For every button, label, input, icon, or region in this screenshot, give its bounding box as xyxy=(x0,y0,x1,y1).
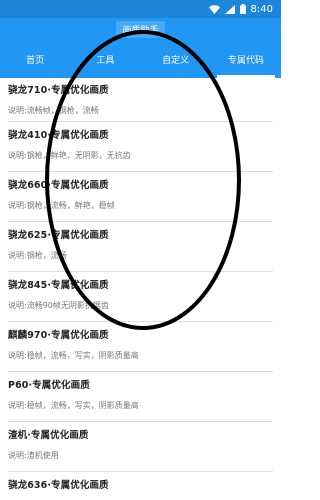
item-title: 麒麟970·专属优化画质 xyxy=(8,330,109,341)
item-description: 说明:稳帧，流畅，写实，阴影质量高 xyxy=(8,351,139,360)
list-item[interactable]: 骁龙845·专属优化画质 说明:流畅90帧无阴影抗锯齿 xyxy=(8,272,273,322)
item-description: 说明:流畅90帧无阴影抗锯齿 xyxy=(8,301,109,310)
item-title: 骁龙410·专属优化画质 xyxy=(8,130,109,141)
tab-exclusive-code[interactable]: 专属代码 xyxy=(211,40,281,78)
tab-home[interactable]: 首页 xyxy=(0,40,70,78)
item-description: 说明:稳帧，流畅，写实，阴影质量高 xyxy=(8,401,139,410)
item-title: 渣机·专属优化画质 xyxy=(8,430,89,441)
app-header: 画质助手 xyxy=(0,18,281,40)
tab-tools[interactable]: 工具 xyxy=(70,40,140,78)
item-title: 骁龙845·专属优化画质 xyxy=(8,280,109,291)
page-title: 画质助手 xyxy=(116,20,165,38)
item-title: 骁龙660·专属优化画质 xyxy=(8,180,109,191)
signal-icon xyxy=(224,4,235,14)
list-item[interactable]: 骁龙625·专属优化画质 说明:钢枪，流畅 xyxy=(8,222,273,272)
item-description: 说明:钢枪，流畅 xyxy=(8,251,67,260)
status-bar: 8:40 xyxy=(0,0,281,18)
preset-list: 骁龙710·专属优化画质 说明:流畅帧，钢枪，流畅 骁龙410·专属优化画质 说… xyxy=(0,78,281,500)
battery-icon xyxy=(239,4,246,14)
list-item[interactable]: 麒麟970·专属优化画质 说明:稳帧，流畅，写实，阴影质量高 xyxy=(8,322,273,372)
item-description: 说明:流畅帧，钢枪，流畅 xyxy=(8,106,99,115)
item-title: 骁龙625·专属优化画质 xyxy=(8,230,109,241)
clock: 8:40 xyxy=(250,3,273,15)
list-item[interactable]: 骁龙710·专属优化画质 说明:流畅帧，钢枪，流畅 xyxy=(8,78,273,122)
item-description: 说明:钢枪，鲜艳，无阴影，无抗齿 xyxy=(8,151,131,160)
item-title: P60·专属优化画质 xyxy=(8,380,90,391)
list-item[interactable]: 骁龙660·专属优化画质 说明:钢枪，流畅，鲜艳，稳帧 xyxy=(8,172,273,222)
item-title: 骁龙710·专属优化画质 xyxy=(8,85,109,96)
item-title: 骁龙636·专属优化画质 xyxy=(8,480,109,491)
item-description: 说明:钢枪，流畅，鲜艳，稳帧 xyxy=(8,201,115,210)
tab-bar: 首页 工具 自定义 专属代码 xyxy=(0,40,281,78)
list-item[interactable]: 骁龙410·专属优化画质 说明:钢枪，鲜艳，无阴影，无抗齿 xyxy=(8,122,273,172)
tab-custom[interactable]: 自定义 xyxy=(141,40,211,78)
item-description: 说明:渣机使用 xyxy=(8,451,59,460)
list-item[interactable]: 骁龙636·专属优化画质 xyxy=(8,472,273,500)
list-item[interactable]: P60·专属优化画质 说明:稳帧，流畅，写实，阴影质量高 xyxy=(8,372,273,422)
wifi-icon xyxy=(208,4,220,14)
list-item[interactable]: 渣机·专属优化画质 说明:渣机使用 xyxy=(8,422,273,472)
